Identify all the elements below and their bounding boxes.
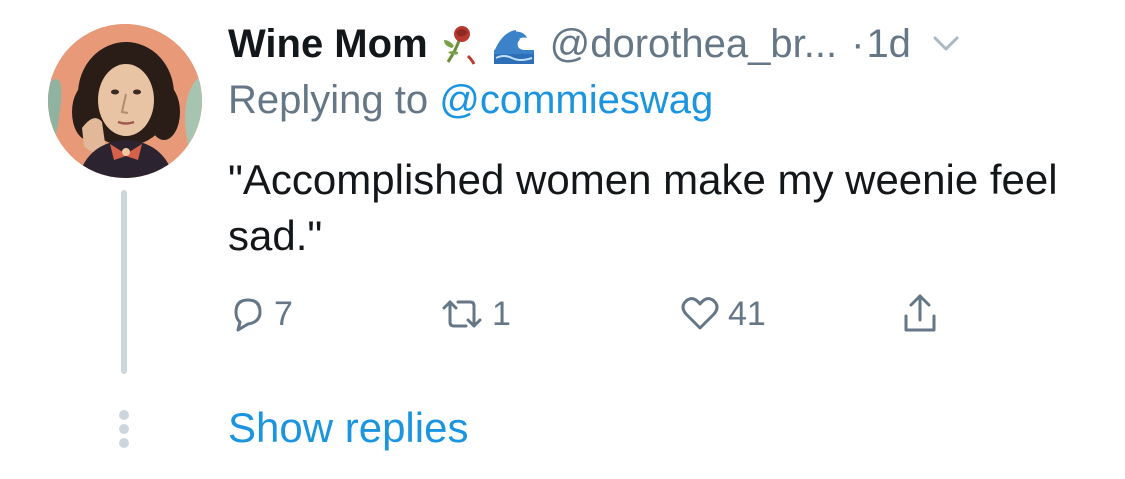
retweet-icon (442, 300, 482, 328)
share-icon (904, 294, 936, 332)
chevron-down-icon[interactable] (933, 35, 959, 53)
avatar[interactable] (48, 24, 202, 178)
more-replies-dots-icon[interactable] (117, 410, 131, 450)
wave-icon (492, 22, 536, 66)
retweet-count: 1 (492, 294, 511, 333)
timestamp[interactable]: 1d (866, 22, 911, 67)
heart-icon (681, 297, 719, 330)
tweet-header: Wine Mom @dorothea_br... · 1d (228, 16, 959, 72)
like-count: 41 (728, 294, 766, 333)
portrait-image (48, 24, 202, 178)
like-button[interactable]: 41 (678, 286, 766, 342)
display-name[interactable]: Wine Mom (228, 22, 428, 67)
tweet[interactable]: Wine Mom @dorothea_br... · 1d Replying t… (0, 0, 1125, 479)
reply-count: 7 (274, 294, 293, 333)
separator: · (851, 21, 865, 66)
thread-line (121, 190, 127, 374)
replying-to: Replying to @commieswag (228, 78, 713, 123)
reply-button[interactable]: 7 (228, 286, 293, 342)
replying-mention-link[interactable]: @commieswag (439, 78, 713, 122)
user-handle[interactable]: @dorothea_br... (550, 22, 837, 67)
wilted-rose-icon (438, 22, 482, 66)
tweet-text: "Accomplished women make my weenie feel … (228, 156, 1058, 259)
retweet-button[interactable]: 1 (438, 286, 511, 342)
replying-prefix: Replying to (228, 78, 429, 122)
tweet-actions: 7 1 41 (228, 286, 988, 342)
show-replies-link[interactable]: Show replies (228, 404, 468, 452)
reply-icon (234, 298, 262, 332)
share-button[interactable] (900, 286, 940, 342)
